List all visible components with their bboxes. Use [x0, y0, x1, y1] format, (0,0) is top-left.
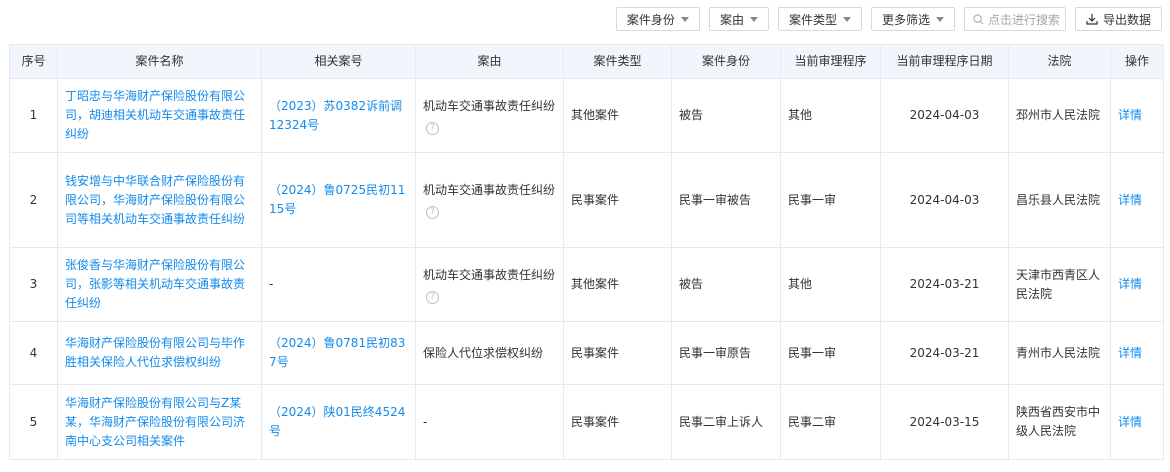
case-number-empty: - [261, 247, 416, 322]
cause-text: 保险人代位求偿权纠纷 [423, 345, 544, 360]
cell-case-type: 其他案件 [563, 247, 672, 322]
export-button[interactable]: 导出数据 [1074, 7, 1162, 31]
cause-text: - [423, 414, 428, 429]
caret-down-icon [680, 16, 689, 22]
table-row: 2 钱安增与中华联合财产保险股份有限公司，华海财产保险股份有限公司等相关机动车交… [9, 152, 1164, 248]
cell-date: 2024-03-15 [880, 384, 1009, 460]
filter-cause-dropdown[interactable]: 案由 [708, 7, 769, 31]
case-number-link[interactable]: （2024）陕01民终4524号 [261, 384, 416, 460]
search-icon [973, 13, 984, 25]
cell-index: 4 [9, 321, 58, 385]
cell-index: 5 [9, 384, 58, 460]
table-header-row: 序号 案件名称 相关案号 案由 案件类型 案件身份 当前审理程序 当前审理程序日… [9, 44, 1164, 79]
header-index[interactable]: 序号 [9, 44, 58, 79]
help-icon[interactable]: ? [426, 290, 439, 304]
cell-case-type: 民事案件 [563, 321, 672, 385]
case-name-link[interactable]: 张俊香与华海财产保险股份有限公司，张影等相关机动车交通事故责任纠纷 [57, 247, 262, 322]
cell-case-type: 民事案件 [563, 152, 672, 248]
header-cause[interactable]: 案由 [415, 44, 564, 79]
help-icon[interactable]: ? [426, 206, 439, 219]
case-name-link[interactable]: 华海财产保险股份有限公司与毕作胜相关保险人代位求偿权纠纷 [57, 321, 262, 385]
header-action[interactable]: 操作 [1110, 44, 1164, 79]
cell-identity: 被告 [671, 247, 781, 322]
cell-procedure: 其他 [780, 247, 881, 322]
cause-text: 机动车交通事故责任纠纷 [423, 98, 556, 113]
filter-type-dropdown[interactable]: 案件类型 [777, 7, 862, 31]
detail-link[interactable]: 详情 [1110, 152, 1164, 248]
header-case-type[interactable]: 案件类型 [563, 44, 672, 79]
header-procedure[interactable]: 当前审理程序 [780, 44, 881, 79]
header-case-number[interactable]: 相关案号 [261, 44, 416, 79]
cause-text: 机动车交通事故责任纠纷 [423, 183, 556, 197]
filter-identity-dropdown[interactable]: 案件身份 [615, 7, 700, 31]
case-number-link[interactable]: （2023）苏0382诉前调12324号 [261, 78, 416, 153]
cell-procedure: 民事二审 [780, 384, 881, 460]
cell-court: 天津市西青区人民法院 [1008, 247, 1111, 322]
cell-cause: 保险人代位求偿权纠纷 [415, 321, 564, 385]
filter-more-label: 更多筛选 [881, 12, 930, 27]
filter-identity-label: 案件身份 [626, 12, 675, 27]
cell-index: 2 [9, 152, 58, 248]
cell-case-type: 民事案件 [563, 384, 672, 460]
cell-court: 陕西省西安市中级人民法院 [1008, 384, 1111, 460]
case-name-link[interactable]: 华海财产保险股份有限公司与Z某某，华海财产保险股份有限公司济南中心支公司相关案件 [57, 384, 262, 460]
detail-link[interactable]: 详情 [1110, 384, 1164, 460]
header-case-name[interactable]: 案件名称 [57, 44, 262, 79]
caret-down-icon [935, 16, 944, 22]
export-icon [1086, 13, 1098, 25]
cell-identity: 民事一审被告 [671, 152, 781, 248]
cell-case-type: 其他案件 [563, 78, 672, 153]
cell-date: 2024-04-03 [880, 78, 1009, 153]
cell-court: 邳州市人民法院 [1008, 78, 1111, 153]
search-input[interactable]: 点击进行搜索 [963, 7, 1066, 31]
cell-cause: - [415, 384, 564, 460]
cell-procedure: 其他 [780, 78, 881, 153]
cause-text: 机动车交通事故责任纠纷 [423, 267, 556, 282]
cell-procedure: 民事一审 [780, 321, 881, 385]
cell-court: 青州市人民法院 [1008, 321, 1111, 385]
cell-date: 2024-04-03 [880, 152, 1009, 248]
cell-identity: 民事二审上诉人 [671, 384, 781, 460]
detail-link[interactable]: 详情 [1110, 78, 1164, 153]
caret-down-icon [842, 16, 851, 22]
header-identity[interactable]: 案件身份 [671, 44, 781, 79]
case-table: 序号 案件名称 相关案号 案由 案件类型 案件身份 当前审理程序 当前审理程序日… [9, 44, 1164, 460]
case-number-link[interactable]: （2024）鲁0781民初837号 [261, 321, 416, 385]
detail-link[interactable]: 详情 [1110, 247, 1164, 322]
case-name-link[interactable]: 钱安增与中华联合财产保险股份有限公司，华海财产保险股份有限公司等相关机动车交通事… [57, 152, 262, 248]
export-label: 导出数据 [1102, 12, 1151, 27]
filter-more-dropdown[interactable]: 更多筛选 [870, 7, 955, 31]
detail-link[interactable]: 详情 [1110, 321, 1164, 385]
cell-date: 2024-03-21 [880, 247, 1009, 322]
header-court[interactable]: 法院 [1008, 44, 1111, 79]
caret-down-icon [749, 16, 758, 22]
case-number-link[interactable]: （2024）鲁0725民初1115号 [261, 152, 416, 248]
case-name-link[interactable]: 丁昭忠与华海财产保险股份有限公司，胡迪相关机动车交通事故责任纠纷 [57, 78, 262, 153]
table-row: 4 华海财产保险股份有限公司与毕作胜相关保险人代位求偿权纠纷 （2024）鲁07… [9, 321, 1164, 385]
toolbar: 案件身份 案由 案件类型 更多筛选 点击进行搜索 导出数据 [615, 7, 1162, 31]
header-procedure-date[interactable]: 当前审理程序日期 [880, 44, 1009, 79]
cell-identity: 民事一审原告 [671, 321, 781, 385]
cell-identity: 被告 [671, 78, 781, 153]
table-row: 3 张俊香与华海财产保险股份有限公司，张影等相关机动车交通事故责任纠纷 - 机动… [9, 247, 1164, 322]
cell-index: 1 [9, 78, 58, 153]
help-icon[interactable]: ? [426, 121, 439, 135]
search-placeholder: 点击进行搜索 [987, 12, 1060, 27]
cell-cause: 机动车交通事故责任纠纷? [415, 78, 564, 153]
table-row: 1 丁昭忠与华海财产保险股份有限公司，胡迪相关机动车交通事故责任纠纷 （2023… [9, 78, 1164, 153]
filter-type-label: 案件类型 [788, 12, 837, 27]
cell-court: 昌乐县人民法院 [1008, 152, 1111, 248]
cell-cause: 机动车交通事故责任纠纷? [415, 247, 564, 322]
filter-cause-label: 案由 [719, 12, 744, 27]
table-row: 5 华海财产保险股份有限公司与Z某某，华海财产保险股份有限公司济南中心支公司相关… [9, 384, 1164, 460]
cell-cause: 机动车交通事故责任纠纷? [415, 152, 564, 248]
cell-date: 2024-03-21 [880, 321, 1009, 385]
cell-index: 3 [9, 247, 58, 322]
cell-procedure: 民事一审 [780, 152, 881, 248]
